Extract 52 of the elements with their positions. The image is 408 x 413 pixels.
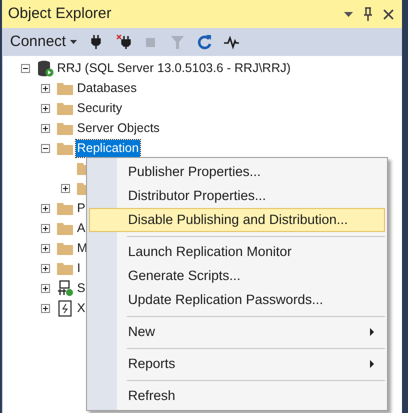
folder-icon: [57, 122, 73, 134]
tree-item[interactable]: Server Objects: [76, 120, 161, 136]
collapse-icon[interactable]: [40, 144, 50, 152]
expand-icon[interactable]: [40, 104, 50, 112]
expand-icon[interactable]: [40, 124, 50, 132]
connect-button[interactable]: Connect: [10, 30, 77, 54]
tree-item[interactable]: Security: [76, 100, 124, 116]
menu-item[interactable]: Publisher Properties...: [89, 160, 385, 184]
unplug-icon[interactable]: [116, 34, 131, 50]
tree-item[interactable]: I: [76, 260, 82, 276]
event-icon: [58, 300, 72, 316]
menu-item[interactable]: Launch Replication Monitor: [89, 240, 385, 264]
expand-icon[interactable]: [60, 184, 70, 192]
expand-icon[interactable]: [40, 284, 50, 292]
folder-icon: [57, 102, 73, 114]
expand-icon[interactable]: [40, 84, 50, 92]
agent-icon: [56, 280, 74, 296]
menu-item[interactable]: New: [89, 320, 385, 344]
tree-item[interactable]: Replication: [76, 140, 140, 156]
tree-item[interactable]: S: [76, 280, 86, 296]
folder-icon: [57, 202, 73, 214]
caret-icon: [70, 40, 77, 44]
menu-item[interactable]: Distributor Properties...: [89, 184, 385, 208]
plug-icon[interactable]: [88, 34, 104, 50]
expand-icon[interactable]: [40, 204, 50, 212]
dropdown-icon[interactable]: [344, 12, 353, 16]
pin-icon[interactable]: [363, 7, 373, 21]
tree-item[interactable]: Databases: [76, 80, 138, 96]
folder-icon: [57, 82, 73, 94]
collapse-icon[interactable]: [20, 64, 30, 72]
tree-item[interactable]: A: [76, 220, 86, 236]
expand-icon[interactable]: [40, 304, 50, 312]
database-icon: [36, 60, 54, 76]
menu-item[interactable]: Generate Scripts...: [89, 264, 385, 288]
menu-item[interactable]: Update Replication Passwords...: [89, 288, 385, 312]
pulse-icon[interactable]: [224, 34, 239, 50]
folder-icon: [57, 262, 73, 274]
panel-title: Object Explorer: [8, 4, 112, 24]
menu-item[interactable]: Reports: [89, 352, 385, 376]
menu-item[interactable]: Disable Publishing and Distribution...: [89, 208, 385, 232]
folder-icon: [57, 142, 73, 154]
folder-icon: [57, 222, 73, 234]
expand-icon[interactable]: [40, 224, 50, 232]
menu-item[interactable]: Refresh: [89, 384, 385, 408]
expand-icon[interactable]: [40, 244, 50, 252]
expand-icon[interactable]: [40, 264, 50, 272]
close-icon[interactable]: [383, 8, 394, 20]
tree-item[interactable]: X: [76, 300, 86, 316]
tree-item[interactable]: RRJ (SQL Server 13.0.5103.6 - RRJ\RRJ): [56, 60, 292, 76]
refresh-icon[interactable]: [196, 34, 212, 50]
tree-item[interactable]: P: [76, 200, 86, 216]
folder-icon: [57, 242, 73, 254]
